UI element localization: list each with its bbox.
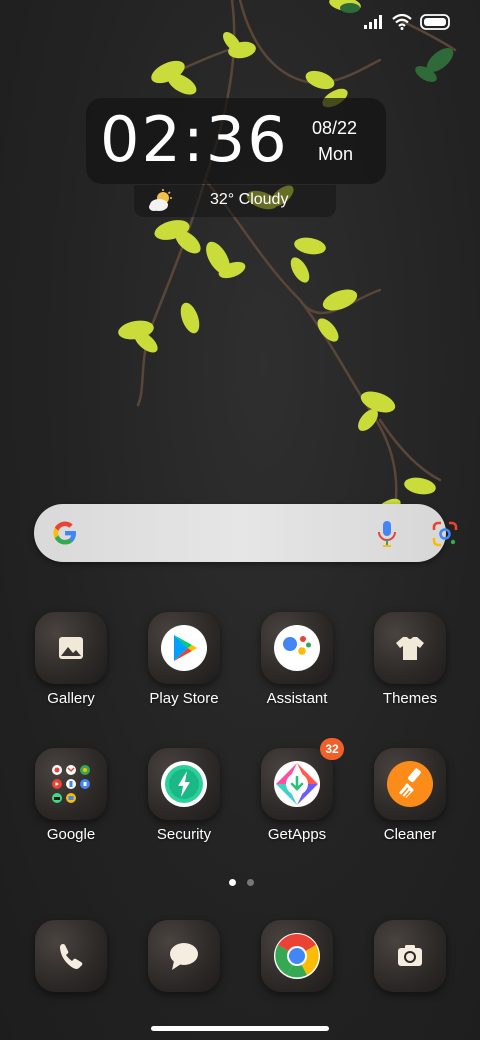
clock-widget[interactable]: 02:36 08/22 Mon — [86, 98, 386, 184]
wallpaper-branches — [118, 0, 457, 518]
signal-icon — [364, 15, 382, 29]
app-gallery[interactable]: Gallery — [15, 612, 127, 722]
notification-badge: 32 — [320, 738, 344, 760]
app-label-cleaner: Cleaner — [383, 826, 437, 843]
app-label-themes: Themes — [382, 690, 438, 707]
dock-phone[interactable] — [15, 920, 127, 1030]
google-g-icon — [53, 521, 76, 545]
themes-icon — [396, 637, 424, 660]
gallery-icon — [59, 637, 83, 659]
phone-icon — [60, 944, 83, 969]
clock-time: 02:36 — [100, 103, 289, 176]
messages-icon — [170, 943, 198, 970]
app-label-security: Security — [156, 826, 212, 843]
weather-widget[interactable]: 32° Cloudy — [134, 185, 336, 217]
page-dot — [247, 879, 254, 886]
dock-camera[interactable] — [354, 920, 466, 1030]
clock-day: Mon — [318, 144, 354, 164]
camera-icon — [398, 945, 422, 966]
app-label-play-store: Play Store — [149, 690, 219, 707]
dock-messages[interactable] — [128, 920, 240, 1030]
status-bar — [364, 14, 452, 30]
chrome-icon — [274, 933, 320, 979]
weather-text: 32° Cloudy — [210, 191, 289, 208]
partly-cloudy-icon — [149, 189, 172, 211]
google-lens-icon[interactable] — [432, 521, 458, 547]
dock-chrome[interactable] — [241, 920, 353, 1030]
app-label-google: Google — [46, 826, 96, 843]
app-label-getapps: GetApps — [267, 826, 327, 843]
app-security[interactable]: Security — [128, 748, 240, 858]
app-google-folder[interactable]: Google — [15, 748, 127, 858]
home-indicator[interactable] — [151, 1026, 329, 1031]
assistant-icon — [274, 625, 320, 671]
app-assistant[interactable]: Assistant — [241, 612, 353, 722]
app-play-store[interactable]: Play Store — [128, 612, 240, 722]
security-icon — [161, 761, 207, 807]
play-store-icon — [161, 625, 207, 671]
app-label-gallery: Gallery — [47, 690, 95, 707]
google-search-bar[interactable] — [34, 504, 458, 562]
getapps-icon — [274, 761, 320, 807]
app-label-assistant: Assistant — [266, 690, 328, 707]
page-indicator — [229, 879, 254, 886]
cleaner-icon — [387, 761, 433, 807]
app-themes[interactable]: Themes — [354, 612, 466, 722]
clock-date: 08/22 — [312, 118, 358, 138]
page-dot-active — [229, 879, 236, 886]
battery-icon — [420, 14, 450, 30]
app-getapps[interactable]: 32 GetApps — [241, 738, 353, 858]
app-cleaner[interactable]: Cleaner — [354, 748, 466, 858]
microphone-icon[interactable] — [378, 521, 396, 547]
google-folder-icon — [52, 765, 90, 803]
wifi-icon — [392, 14, 412, 30]
